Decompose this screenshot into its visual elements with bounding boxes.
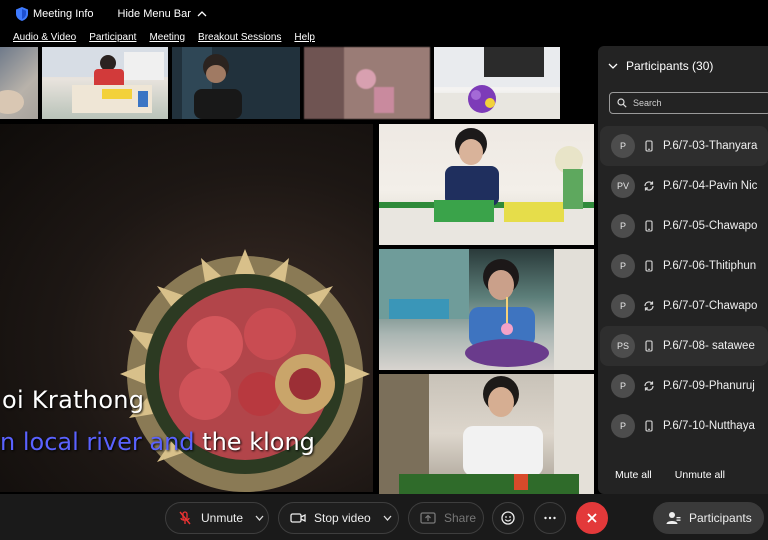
menu-help[interactable]: Help [294,32,315,43]
video-thumbnail[interactable] [42,47,168,119]
hide-menu-bar-button[interactable]: Hide Menu Bar [118,8,207,20]
main-video[interactable]: oi Krathong n local river and the klong [0,124,373,492]
participant-name: P.6/7-10-Nutthaya [663,420,755,432]
participant-row[interactable]: P P.6/7-05-Chawapo [600,206,768,246]
mobile-icon [643,260,655,272]
video-thumbnail[interactable] [304,47,430,119]
sync-icon [643,180,655,192]
chevron-down-icon [608,63,618,69]
sync-icon [643,380,655,392]
more-options-button[interactable] [534,502,566,534]
unmute-label: Unmute [201,511,244,525]
meeting-info-button[interactable]: Meeting Info [16,7,94,21]
hide-menu-bar-label: Hide Menu Bar [117,8,191,20]
participant-name: P.6/7-09-Phanuruj [663,380,755,392]
participants-button[interactable]: Participants [653,502,764,534]
mute-all-button[interactable]: Mute all [615,469,652,481]
avatar: PV [611,174,635,198]
stop-video-label: Stop video [314,511,371,525]
participant-name: P.6/7-06-Thitiphun [663,260,757,272]
menu-bar: Audio & Video Participant Meeting Breako… [0,28,768,46]
subtitle-line-2: n local river and the klong [0,428,315,456]
participant-row[interactable]: PS P.6/7-08- satawee [600,326,768,366]
mobile-icon [643,220,655,232]
unmute-all-button[interactable]: Unmute all [675,469,725,481]
shield-icon [16,7,28,21]
participant-row[interactable]: P P.6/7-07-Chawapo [600,286,768,326]
participant-row[interactable]: PV P.6/7-04-Pavin Nic [600,166,768,206]
share-screen-icon [420,512,436,524]
participant-row[interactable]: P P.6/7-03-Thanyara [600,126,768,166]
share-label: Share [444,511,477,525]
menu-audio-video[interactable]: Audio & Video [13,32,76,43]
participant-name: P.6/7-03-Thanyara [663,140,758,152]
sync-icon [643,300,655,312]
avatar: PS [611,334,635,358]
microphone-muted-icon [179,511,191,525]
avatar: P [611,254,635,278]
search-placeholder: Search [633,98,662,108]
chevron-down-icon[interactable] [383,515,392,521]
share-button[interactable]: Share [408,502,484,534]
participants-footer: Mute all Unmute all [598,456,768,494]
avatar: P [611,214,635,238]
participant-name: P.6/7-04-Pavin Nic [663,180,758,192]
avatar: P [611,374,635,398]
participant-video[interactable] [379,124,594,245]
reactions-button[interactable] [492,502,524,534]
search-icon [617,98,627,108]
subtitle-highlight: n local river and [0,428,195,456]
participant-row[interactable]: P P.6/7-09-Phanuruj [600,366,768,406]
avatar: P [611,134,635,158]
chevron-down-icon[interactable] [255,515,264,521]
ellipsis-icon [544,516,556,520]
chevron-up-icon [197,11,207,17]
meeting-info-label: Meeting Info [33,8,94,20]
avatar: P [611,294,635,318]
unmute-button[interactable]: Unmute [165,502,269,534]
subtitle-rest: the klong [194,428,315,456]
video-thumbnail[interactable] [434,47,560,119]
meeting-toolbar: Unmute Stop video Share Participants [0,494,768,540]
participant-row[interactable]: P P.6/7-10-Nutthaya [600,406,768,446]
subtitle-line-1: oi Krathong [2,386,145,414]
participants-title: Participants (30) [626,59,714,73]
title-bar: Meeting Info Hide Menu Bar [0,0,768,28]
video-thumbnail[interactable] [172,47,300,119]
mobile-icon [643,140,655,152]
participant-name: P.6/7-05-Chawapo [663,220,758,232]
video-camera-icon [290,513,306,523]
participant-row[interactable]: P P.6/7-06-Thitiphun [600,246,768,286]
participant-search-input[interactable]: Search [609,92,768,114]
participant-name: P.6/7-07-Chawapo [663,300,758,312]
participant-video[interactable] [379,249,594,370]
stop-video-button[interactable]: Stop video [278,502,399,534]
participants-header[interactable]: Participants (30) [608,59,713,73]
menu-breakout-sessions[interactable]: Breakout Sessions [198,32,281,43]
participants-label: Participants [689,511,752,525]
smiley-icon [501,511,515,525]
menu-participant[interactable]: Participant [89,32,136,43]
participant-video[interactable] [379,374,594,494]
close-icon [587,513,597,523]
menu-meeting[interactable]: Meeting [149,32,185,43]
video-thumbnail[interactable] [0,47,38,119]
leave-meeting-button[interactable] [576,502,608,534]
participant-list: P P.6/7-03-Thanyara PV P.6/7-04-Pavin Nic P P… [600,126,768,446]
participant-name: P.6/7-08- satawee [663,340,755,352]
participants-icon [666,512,681,524]
avatar: P [611,414,635,438]
mobile-icon [643,340,655,352]
mobile-icon [643,420,655,432]
participants-panel: Participants (30) Search P P.6/7-03-Thany… [598,46,768,494]
